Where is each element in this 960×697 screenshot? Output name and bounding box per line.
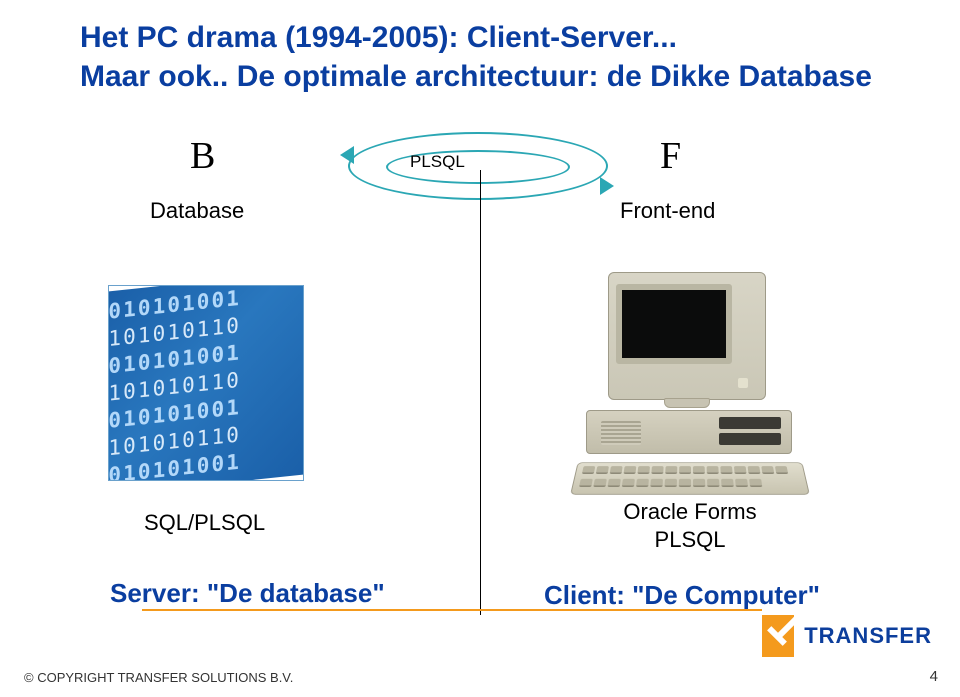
label-frontend: Front-end	[620, 198, 715, 224]
slide-title: Het PC drama (1994-2005): Client-Server.…	[80, 18, 900, 96]
title-line-2: Maar ook.. De optimale architectuur: de …	[80, 60, 872, 93]
keyboard	[570, 462, 810, 494]
floppy-drive-1	[719, 417, 781, 429]
logo-text: TRANSFER	[804, 623, 932, 649]
label-database: Database	[150, 198, 244, 224]
page-number: 4	[930, 668, 938, 685]
letter-b: B	[190, 134, 215, 178]
transfer-logo: TRANSFER	[762, 615, 932, 657]
vertical-divider	[480, 170, 481, 615]
monitor-foot	[664, 398, 710, 408]
logo-mark-icon	[762, 615, 794, 657]
title-line-1: Het PC drama (1994-2005): Client-Server.…	[80, 21, 677, 54]
vent	[601, 421, 641, 445]
caption-sql-plsql: SQL/PLSQL	[144, 510, 265, 536]
caption-oracle-forms: Oracle Forms PLSQL	[600, 498, 780, 553]
retro-pc-image	[540, 270, 830, 500]
pc-base	[586, 410, 792, 454]
monitor-screen	[616, 284, 732, 364]
oracle-forms-line1: Oracle Forms	[623, 499, 756, 524]
monitor-led	[738, 378, 748, 388]
footer-copyright: © COPYRIGHT TRANSFER SOLUTIONS B.V.	[24, 670, 293, 685]
oracle-forms-line2: PLSQL	[655, 527, 726, 552]
server-caption: Server: "De database"	[110, 578, 385, 609]
arrow-right-icon	[600, 177, 614, 195]
arrow-left-icon	[340, 146, 354, 164]
binary-image: 010101001 101010110 010101001 101010110 …	[108, 285, 304, 481]
logo-rule	[142, 609, 762, 611]
floppy-drive-2	[719, 433, 781, 445]
client-caption: Client: "De Computer"	[544, 580, 820, 611]
slide: Het PC drama (1994-2005): Client-Server.…	[0, 0, 960, 697]
letter-f: F	[660, 134, 681, 178]
connector-label: PLSQL	[410, 152, 465, 172]
